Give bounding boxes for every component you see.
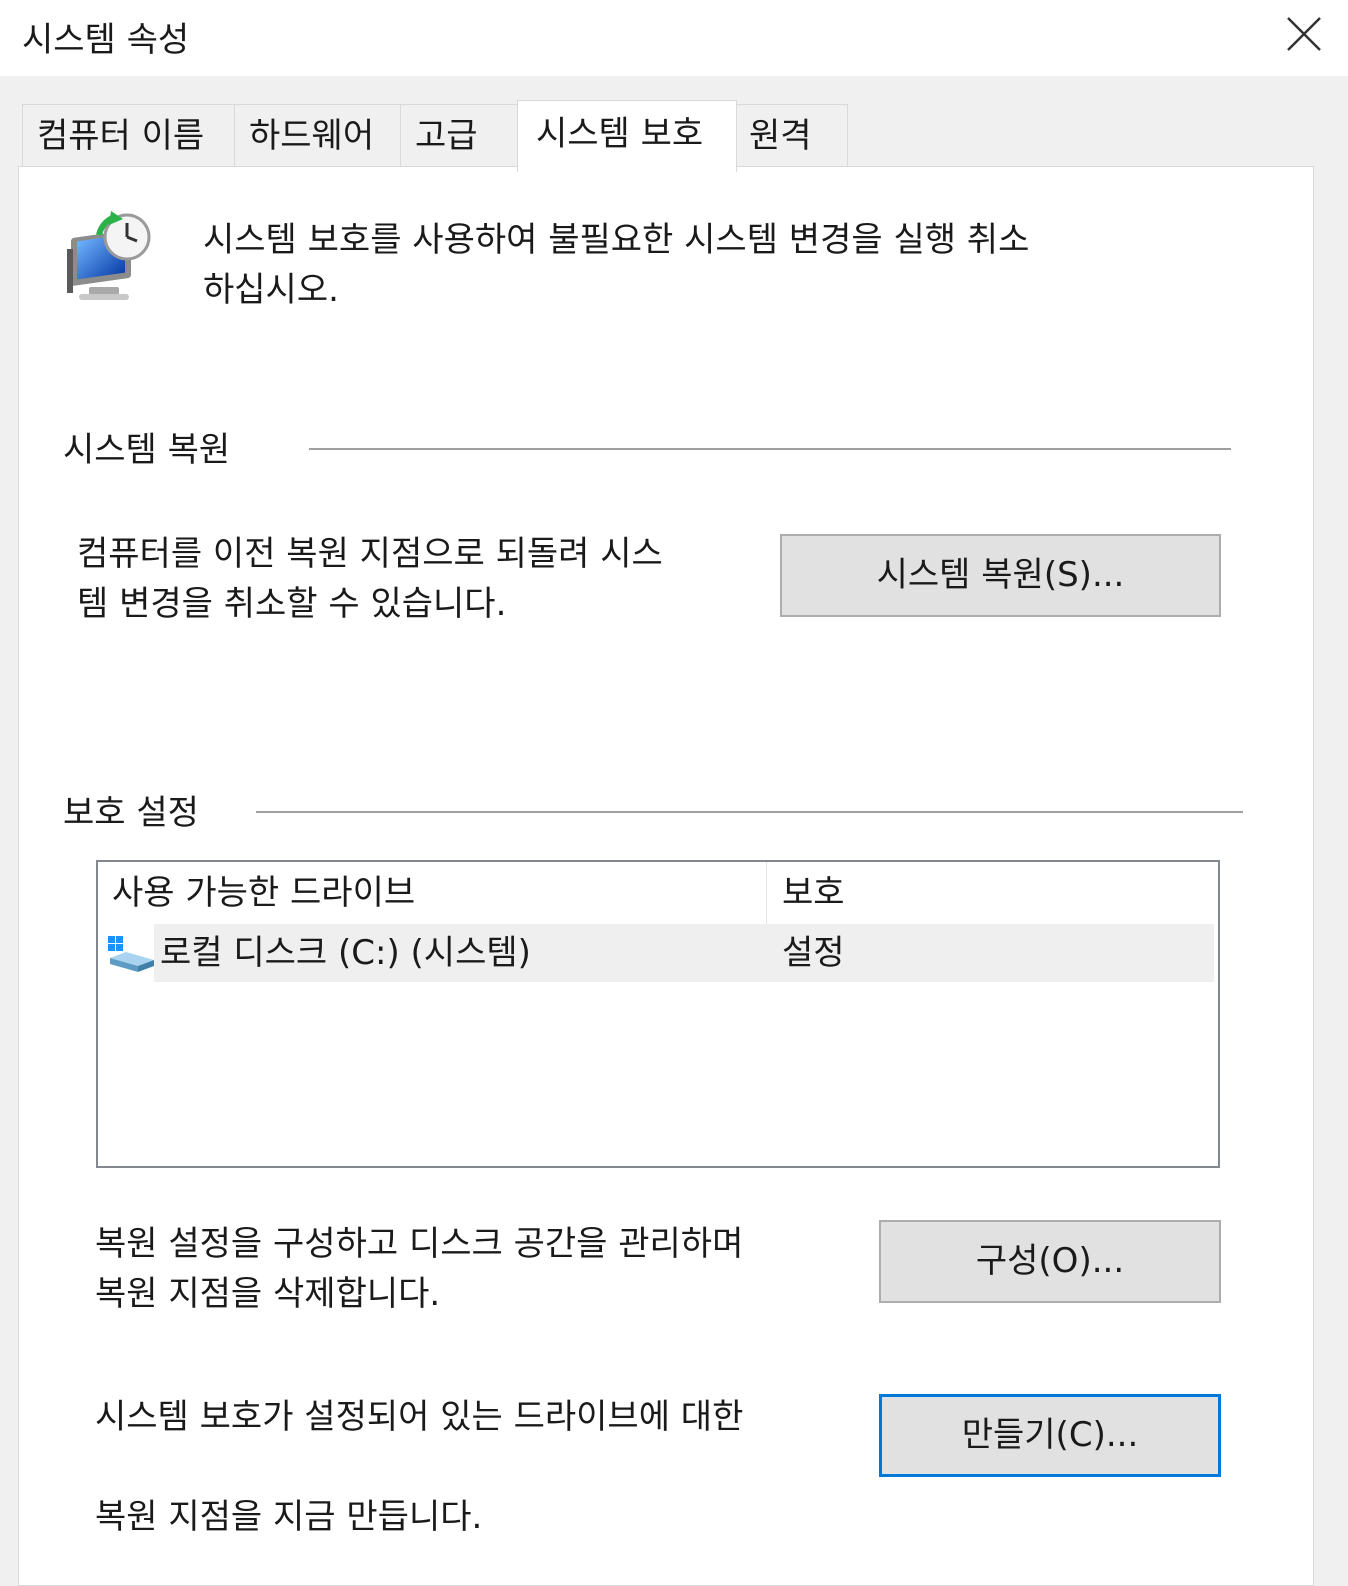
create-description-line2: 복원 지점을 지금 만듭니다. [95, 1497, 483, 1537]
drives-list[interactable]: 사용 가능한 드라이브 보호 로컬 디스크 (C:) (시스템) 설정 [96, 860, 1220, 1168]
section-divider [309, 448, 1231, 450]
drive-protection-status: 설정 [782, 933, 845, 973]
create-button[interactable]: 만들기(C)... [879, 1394, 1221, 1477]
tab-panel-system-protection: 시스템 보호를 사용하여 불필요한 시스템 변경을 실행 취소 하십시오. 시스… [18, 166, 1314, 1586]
column-separator[interactable] [766, 862, 767, 924]
system-restore-heading: 시스템 복원 [63, 430, 231, 470]
configure-description-line1: 복원 설정을 구성하고 디스크 공간을 관리하며 [95, 1224, 744, 1264]
close-button[interactable] [1268, 4, 1338, 64]
window-title: 시스템 속성 [22, 20, 190, 60]
system-protection-icon [67, 211, 151, 300]
tab-hardware[interactable]: 하드웨어 [234, 104, 401, 168]
intro-text-line2: 하십시오. [203, 270, 339, 310]
list-header: 사용 가능한 드라이브 보호 [98, 862, 1214, 924]
tab-computer-name[interactable]: 컴퓨터 이름 [22, 104, 235, 168]
tab-system-protection[interactable]: 시스템 보호 [517, 100, 737, 172]
section-divider [256, 811, 1243, 813]
drive-row[interactable]: 로컬 디스크 (C:) (시스템) 설정 [98, 924, 1214, 982]
column-header-drives[interactable]: 사용 가능한 드라이브 [112, 862, 415, 924]
restore-description-line2: 템 변경을 취소할 수 있습니다. [77, 584, 507, 624]
restore-description-line1: 컴퓨터를 이전 복원 지점으로 되돌려 시스 [77, 534, 663, 574]
tab-remote[interactable]: 원격 [736, 104, 848, 168]
tab-advanced[interactable]: 고급 [400, 104, 519, 168]
configure-button[interactable]: 구성(O)... [879, 1220, 1221, 1303]
intro-text-line1: 시스템 보호를 사용하여 불필요한 시스템 변경을 실행 취소 [203, 220, 1030, 260]
title-bar: 시스템 속성 [0, 0, 1348, 76]
column-header-protection[interactable]: 보호 [782, 862, 845, 924]
create-description-line1: 시스템 보호가 설정되어 있는 드라이브에 대한 [95, 1397, 744, 1437]
close-icon [1287, 17, 1321, 51]
configure-description-line2: 복원 지점을 삭제합니다. [95, 1274, 441, 1314]
drive-name: 로컬 디스크 (C:) (시스템) [160, 933, 531, 973]
drive-icon [108, 936, 154, 972]
system-restore-button[interactable]: 시스템 복원(S)... [780, 534, 1221, 617]
protection-settings-heading: 보호 설정 [63, 793, 199, 833]
